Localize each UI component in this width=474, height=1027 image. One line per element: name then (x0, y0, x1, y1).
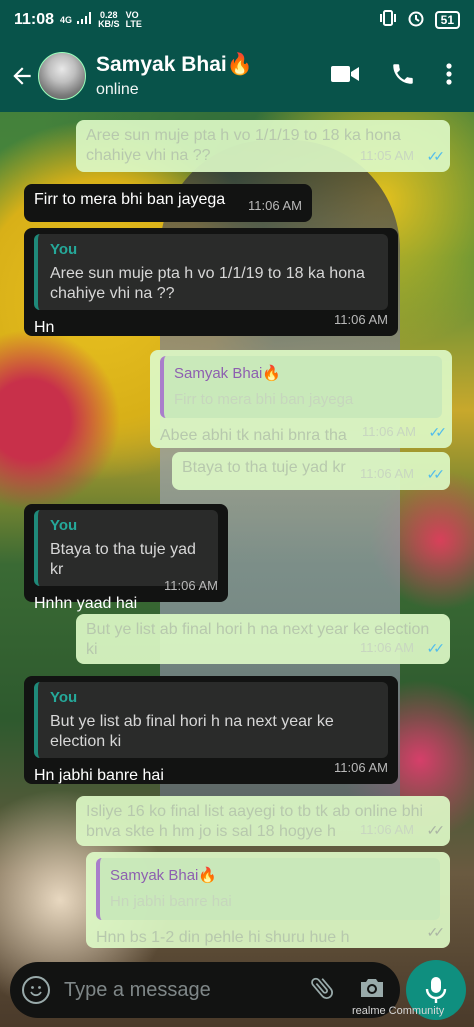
quote-text: Firr to mera bhi ban jayega (174, 391, 354, 408)
status-time: 11:08 (14, 11, 55, 28)
quote-text: But ye list ab final hori h na next year… (50, 713, 334, 750)
message-text: Aree sun muje pta h vo 1/1/19 to 18 ka h… (86, 127, 401, 164)
message-text: Hn (34, 319, 55, 336)
contact-status: online (96, 81, 139, 98)
chat-header: Samyak Bhai🔥 online (0, 40, 474, 112)
quoted-message[interactable]: You Btaya to tha tuje yad kr (34, 510, 218, 586)
message-outgoing[interactable]: Btaya to tha tuje yad kr 11:06 AM ✓✓ (172, 452, 450, 490)
message-time: 11:06 AM (360, 466, 414, 481)
message-time: 11:06 AM (360, 822, 414, 837)
message-time: 11:06 AM (334, 760, 388, 775)
message-time: 11:06 AM (362, 424, 416, 439)
message-time: 11:06 AM (334, 312, 388, 327)
camera-icon (361, 978, 383, 997)
more-options-button[interactable] (446, 62, 452, 91)
message-text: Hnhn yaad hai (34, 595, 138, 612)
vibrate-icon (379, 10, 397, 30)
camera-button[interactable] (358, 976, 386, 1005)
brand-watermark: realme Community (352, 1005, 445, 1017)
video-call-icon (331, 65, 359, 82)
quote-author: You (50, 517, 78, 534)
message-outgoing[interactable]: But ye list ab final hori h na next year… (76, 614, 450, 664)
quoted-message[interactable]: You But ye list ab final hori h na next … (34, 682, 388, 758)
back-arrow-icon (13, 67, 31, 85)
message-text: Hn jabhi banre hai (34, 767, 164, 784)
quote-author: You (50, 241, 78, 258)
message-time: 11:06 AM (360, 640, 414, 655)
message-incoming-reply[interactable]: You Aree sun muje pta h vo 1/1/19 to 18 … (24, 228, 398, 336)
video-call-button[interactable] (330, 63, 360, 90)
message-time: 11:06 AM (164, 578, 218, 593)
emoji-icon (30, 986, 42, 997)
message-incoming[interactable]: Firr to mera bhi ban jayega 11:06 AM (24, 184, 312, 222)
paperclip-icon (311, 977, 333, 999)
message-text: Hnn bs 1-2 din pehle hi shuru hue h (96, 929, 350, 946)
voice-call-button[interactable] (390, 61, 416, 92)
message-time: 11:05 AM (360, 148, 414, 163)
delivered-ticks-icon: ✓✓ (426, 822, 446, 838)
kebab-menu-icon (446, 62, 452, 85)
message-incoming-reply[interactable]: You Btaya to tha tuje yad kr Hnhn yaad h… (24, 504, 228, 612)
message-incoming-reply[interactable]: You But ye list ab final hori h na next … (24, 676, 398, 784)
volte-badge: VO LTE (125, 10, 142, 29)
contact-avatar[interactable] (38, 52, 86, 100)
quote-text: Hn jabhi banre hai (110, 893, 232, 910)
status-bar: 11:08 4G 0.28 KB/S VO LTE 51 (0, 0, 474, 40)
message-text: Abee abhi tk nahi bnra tha (160, 427, 347, 444)
battery-indicator: 51 (434, 11, 460, 29)
phone-icon (393, 63, 413, 84)
message-outgoing-reply[interactable]: Samyak Bhai🔥 Firr to mera bhi ban jayega… (150, 350, 452, 448)
alarm-icon (407, 9, 425, 31)
delivered-ticks-icon: ✓✓ (426, 924, 446, 940)
attach-button[interactable] (308, 974, 336, 1007)
quote-author: Samyak Bhai🔥 (174, 365, 282, 382)
contact-info[interactable]: Samyak Bhai🔥 online (96, 53, 253, 99)
quote-text: Aree sun muje pta h vo 1/1/19 to 18 ka h… (50, 265, 365, 302)
read-ticks-icon: ✓✓ (426, 466, 446, 482)
net-speed: 0.28 KB/S (98, 11, 120, 29)
message-outgoing[interactable]: Isliye 16 ko final list aayegi to tb tk … (76, 796, 450, 846)
message-input-field[interactable]: Type a message (64, 979, 211, 1002)
message-input-bar[interactable]: Type a message (10, 962, 400, 1018)
net-speed-unit: KB/S (98, 19, 120, 29)
network-type: 4G (60, 14, 73, 25)
quoted-message[interactable]: Samyak Bhai🔥 Firr to mera bhi ban jayega (160, 356, 442, 418)
message-outgoing[interactable]: Aree sun muje pta h vo 1/1/19 to 18 ka h… (76, 120, 450, 172)
message-text: Firr to mera bhi ban jayega (34, 191, 226, 208)
contact-name: Samyak Bhai🔥 (96, 53, 253, 76)
read-ticks-icon: ✓✓ (426, 148, 446, 164)
message-text: Btaya to tha tuje yad kr (182, 459, 346, 476)
read-ticks-icon: ✓✓ (428, 424, 448, 440)
quote-text: Btaya to tha tuje yad kr (50, 541, 196, 578)
microphone-icon (425, 977, 447, 1003)
quote-author: Samyak Bhai🔥 (110, 867, 218, 884)
message-time: 11:06 AM (248, 198, 302, 213)
emoji-button[interactable] (22, 976, 50, 1004)
read-ticks-icon: ✓✓ (426, 640, 446, 656)
quote-author: You (50, 689, 78, 706)
signal-icon (76, 11, 92, 29)
quoted-message[interactable]: You Aree sun muje pta h vo 1/1/19 to 18 … (34, 234, 388, 310)
back-button[interactable] (8, 63, 36, 89)
quoted-message[interactable]: Samyak Bhai🔥 Hn jabhi banre hai (96, 858, 440, 920)
message-outgoing-reply[interactable]: Samyak Bhai🔥 Hn jabhi banre hai Hnn bs 1… (86, 852, 450, 948)
